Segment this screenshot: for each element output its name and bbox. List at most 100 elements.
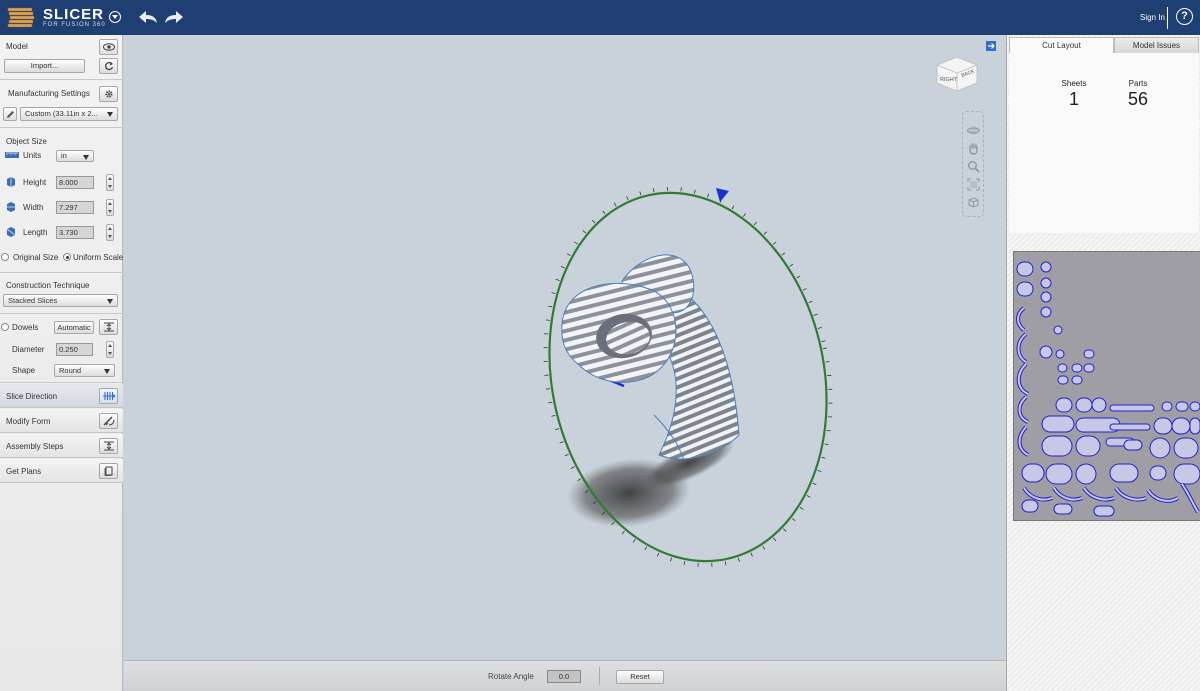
- width-stepper[interactable]: [106, 199, 114, 216]
- construction-technique-dropdown[interactable]: Stacked Slices: [3, 294, 118, 307]
- cut-part[interactable]: [1057, 363, 1068, 373]
- cut-part[interactable]: [1040, 261, 1052, 273]
- cut-parts-layout[interactable]: [1014, 252, 1200, 522]
- cut-part[interactable]: [1021, 463, 1045, 483]
- length-input[interactable]: 3.730: [56, 226, 94, 239]
- cut-part[interactable]: [1057, 375, 1069, 385]
- cut-part[interactable]: [1053, 325, 1063, 335]
- cut-part[interactable]: [1045, 463, 1073, 485]
- cut-part[interactable]: [1040, 291, 1052, 303]
- cut-part[interactable]: [1083, 349, 1095, 359]
- modify-form-row[interactable]: Modify Form: [0, 409, 123, 433]
- cut-part[interactable]: [1041, 415, 1075, 433]
- tab-model-issues[interactable]: Model Issues: [1114, 37, 1199, 53]
- cut-part[interactable]: [1016, 281, 1034, 297]
- diameter-stepper[interactable]: [106, 341, 114, 358]
- cut-part-arc[interactable]: [1181, 483, 1199, 513]
- cut-part[interactable]: [1055, 349, 1065, 359]
- cut-part[interactable]: [1189, 401, 1200, 412]
- width-input[interactable]: 7.297: [56, 201, 94, 214]
- cut-part[interactable]: [1173, 463, 1200, 485]
- diameter-input[interactable]: 0.250: [56, 343, 93, 356]
- cut-part[interactable]: [1083, 363, 1095, 373]
- dowel-shape-dropdown[interactable]: Round: [54, 364, 115, 377]
- modify-form-button[interactable]: [99, 413, 118, 429]
- cut-part[interactable]: [1173, 437, 1199, 459]
- cut-part[interactable]: [1149, 437, 1171, 459]
- cut-part[interactable]: [1041, 435, 1073, 457]
- cut-part[interactable]: [1091, 397, 1107, 413]
- get-plans-row[interactable]: Get Plans: [0, 459, 123, 483]
- sign-in-link[interactable]: Sign In: [1140, 13, 1165, 22]
- cut-part[interactable]: [1123, 439, 1143, 451]
- cut-part[interactable]: [1189, 417, 1200, 435]
- dowels-mode-button[interactable]: Automatic: [54, 321, 94, 334]
- reset-button[interactable]: Reset: [616, 670, 664, 684]
- height-input[interactable]: 8.000: [56, 176, 94, 189]
- cut-part[interactable]: [1109, 463, 1139, 483]
- dowel-align-button[interactable]: [99, 319, 118, 335]
- cut-part[interactable]: [1171, 417, 1191, 435]
- viewcube[interactable]: RIGHT BACK: [934, 53, 980, 93]
- rotate-handle-icon[interactable]: [716, 188, 729, 202]
- uniform-scale-radio[interactable]: [63, 253, 71, 261]
- tab-cut-layout[interactable]: Cut Layout: [1009, 37, 1114, 53]
- units-dropdown[interactable]: in: [56, 150, 94, 162]
- cut-part[interactable]: [1109, 423, 1151, 431]
- rotate-angle-input[interactable]: 0.0: [547, 670, 581, 683]
- cut-part[interactable]: [1055, 397, 1073, 413]
- cut-part[interactable]: [1071, 363, 1083, 373]
- dowels-toggle[interactable]: [1, 323, 9, 331]
- slice-direction-button[interactable]: [99, 388, 118, 404]
- manufacturing-settings-button[interactable]: [99, 86, 118, 102]
- redo-icon[interactable]: [164, 9, 184, 25]
- cut-part[interactable]: [1109, 404, 1155, 412]
- cut-part[interactable]: [1153, 417, 1173, 435]
- cut-part[interactable]: [1021, 499, 1039, 513]
- pan-hand-icon[interactable]: [967, 142, 980, 155]
- get-plans-button[interactable]: [99, 463, 118, 479]
- app-menu-chevron-icon[interactable]: [109, 11, 121, 23]
- cut-part[interactable]: [1040, 306, 1052, 318]
- sliced-model[interactable]: [561, 254, 740, 461]
- undo-icon[interactable]: [138, 9, 158, 25]
- cut-sheet-preview[interactable]: [1013, 251, 1200, 521]
- original-size-radio[interactable]: [1, 253, 9, 261]
- zoom-icon[interactable]: [967, 160, 980, 173]
- orbit-icon[interactable]: [967, 124, 980, 137]
- manufacturing-preset-dropdown[interactable]: Custom (33.11in x 2...: [20, 107, 118, 121]
- home-view-cube-icon[interactable]: [967, 196, 980, 209]
- cut-part[interactable]: [1149, 465, 1167, 481]
- import-button[interactable]: Import...: [4, 59, 85, 73]
- height-stepper[interactable]: [106, 174, 114, 191]
- visibility-button[interactable]: [99, 39, 118, 55]
- cut-part[interactable]: [1161, 401, 1173, 412]
- edit-preset-button[interactable]: [3, 107, 17, 121]
- model-scene[interactable]: [124, 35, 1006, 660]
- fit-view-icon[interactable]: [967, 178, 980, 191]
- viewcube-right-face[interactable]: RIGHT: [940, 77, 958, 83]
- cut-part[interactable]: [1075, 397, 1093, 413]
- dowels-section: Dowels Automatic Diameter 0.250 Shape Ro…: [0, 315, 123, 383]
- cut-part[interactable]: [1075, 463, 1097, 485]
- assembly-steps-row[interactable]: Assembly Steps: [0, 434, 123, 458]
- cut-part[interactable]: [1016, 261, 1034, 277]
- height-label: Height: [23, 178, 47, 187]
- cut-part[interactable]: [1040, 277, 1052, 289]
- length-stepper[interactable]: [106, 224, 114, 241]
- cut-part[interactable]: [1039, 345, 1053, 359]
- refresh-button[interactable]: [99, 58, 118, 74]
- cut-part[interactable]: [1053, 503, 1073, 515]
- modify-form-label: Modify Form: [6, 417, 51, 426]
- assembly-steps-button[interactable]: [99, 438, 118, 454]
- cut-part[interactable]: [1075, 435, 1101, 457]
- manufacturing-label: Manufacturing Settings: [8, 89, 90, 98]
- 3d-viewport[interactable]: RIGHT BACK: [124, 35, 1006, 660]
- help-icon[interactable]: ?: [1176, 8, 1193, 25]
- cut-part[interactable]: [1175, 401, 1189, 412]
- cut-part[interactable]: [1093, 505, 1115, 517]
- cut-part[interactable]: [1071, 375, 1083, 385]
- length-label: Length: [23, 228, 48, 237]
- slice-direction-row[interactable]: Slice Direction: [0, 384, 123, 408]
- expand-panel-arrow-icon[interactable]: [986, 41, 996, 51]
